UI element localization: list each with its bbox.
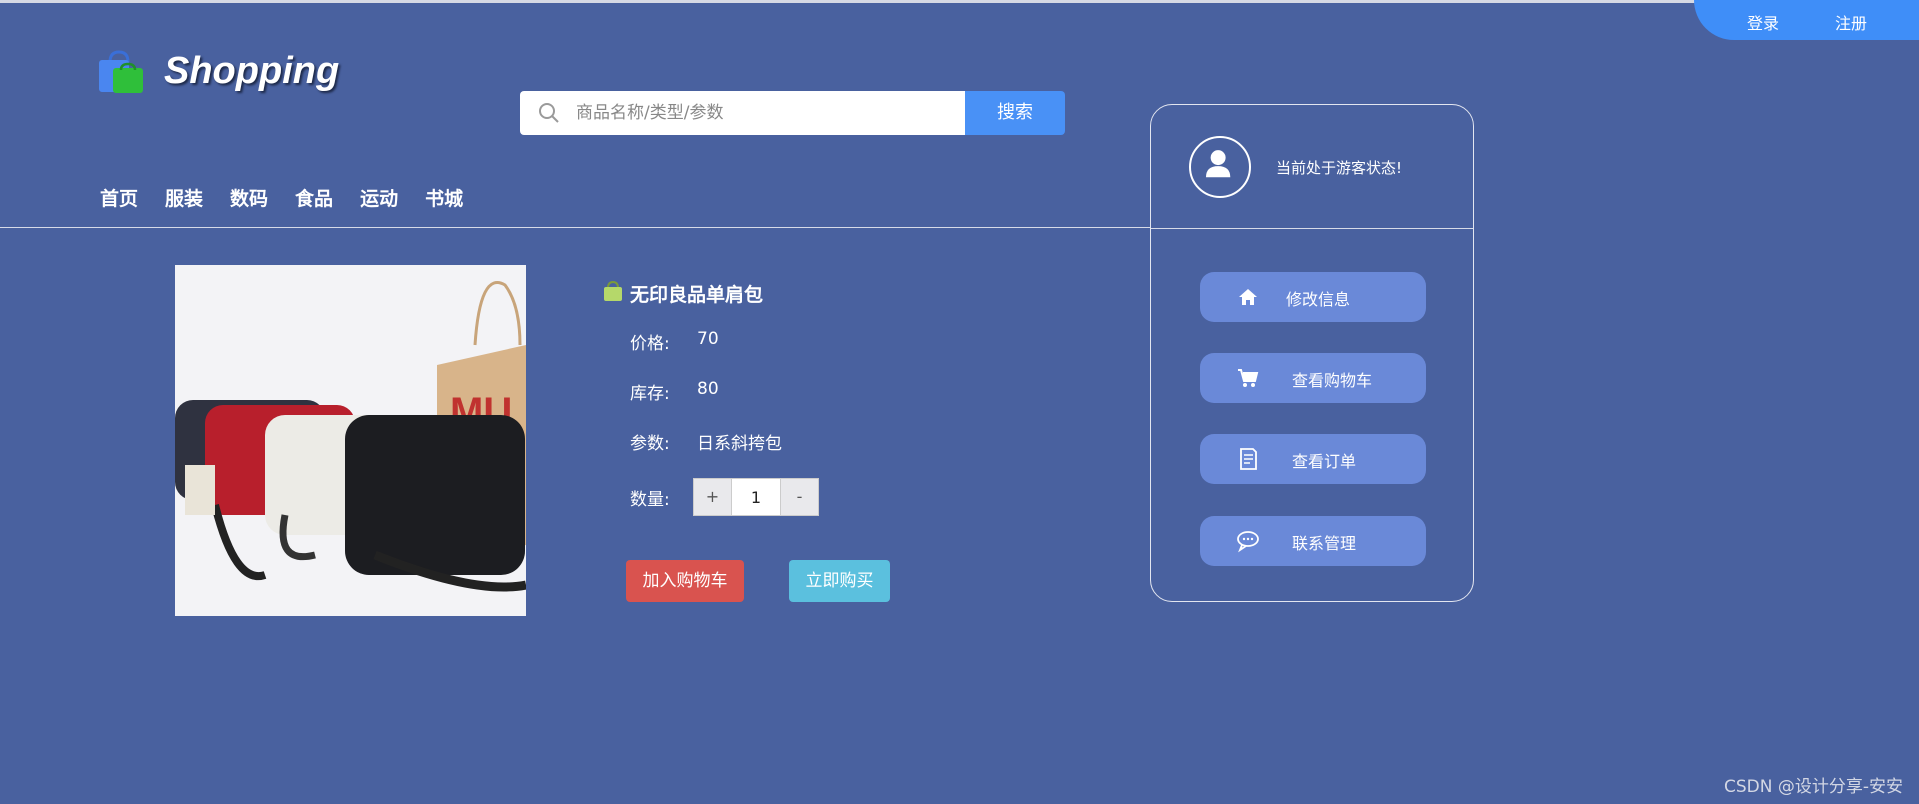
edit-info-label: 修改信息 — [1286, 290, 1351, 309]
stock-value: 80 — [697, 379, 719, 399]
price-label: 价格: — [630, 334, 670, 354]
price-value: 70 — [697, 329, 719, 349]
shoulder-bags-photo: MU — [175, 265, 526, 616]
user-icon — [1205, 150, 1231, 178]
nav-item-sports[interactable]: 运动 — [360, 184, 398, 211]
param-label: 参数: — [630, 434, 670, 454]
contact-admin-button[interactable]: 联系管理 — [1200, 516, 1426, 566]
nav-divider — [0, 227, 1150, 228]
auth-bar: 登录 注册 — [1694, 0, 1919, 40]
cart-icon — [1238, 369, 1259, 387]
guest-status-text: 当前处于游客状态! — [1276, 159, 1403, 177]
search-box — [520, 91, 965, 135]
view-orders-button[interactable]: 查看订单 — [1200, 434, 1426, 484]
quantity-input[interactable] — [731, 479, 781, 515]
nav-item-home[interactable]: 首页 — [100, 184, 138, 211]
home-icon — [1239, 289, 1257, 305]
user-panel: 当前处于游客状态! 修改信息 查看购物车 查看订单 联系管理 — [1150, 104, 1474, 602]
login-link[interactable]: 登录 — [1747, 10, 1779, 34]
buy-now-button[interactable]: 立即购买 — [789, 560, 890, 602]
quantity-label: 数量: — [630, 490, 670, 510]
view-cart-label: 查看购物车 — [1292, 371, 1373, 390]
param-value: 日系斜挎包 — [697, 434, 782, 454]
add-to-cart-button[interactable]: 加入购物车 — [626, 560, 744, 602]
quantity-stepper: + - — [693, 478, 819, 516]
edit-info-button[interactable]: 修改信息 — [1200, 272, 1426, 322]
contact-admin-label: 联系管理 — [1292, 534, 1357, 553]
view-orders-label: 查看订单 — [1292, 452, 1357, 471]
search-button[interactable]: 搜索 — [965, 91, 1065, 135]
main-nav: 首页 服装 数码 食品 运动 书城 — [100, 184, 490, 211]
register-link[interactable]: 注册 — [1835, 10, 1867, 34]
chat-icon — [1237, 531, 1259, 553]
top-border — [0, 0, 1919, 3]
quantity-minus-button[interactable]: - — [781, 479, 818, 515]
product-title: 无印良品单肩包 — [630, 284, 764, 306]
view-cart-button[interactable]: 查看购物车 — [1200, 353, 1426, 403]
shopping-bag-logo-icon — [99, 50, 143, 93]
stock-label: 库存: — [630, 384, 670, 404]
search-input[interactable] — [576, 91, 956, 135]
nav-item-digital[interactable]: 数码 — [230, 184, 268, 211]
product-image: MU — [175, 265, 526, 616]
quantity-plus-button[interactable]: + — [694, 479, 731, 515]
nav-item-books[interactable]: 书城 — [425, 184, 463, 211]
search-icon — [539, 103, 559, 123]
nav-item-clothing[interactable]: 服装 — [165, 184, 203, 211]
nav-item-food[interactable]: 食品 — [295, 184, 333, 211]
watermark: CSDN @设计分享-安安 — [1723, 777, 1903, 797]
bag-icon — [604, 280, 622, 301]
panel-divider — [1151, 228, 1473, 229]
order-icon — [1240, 448, 1257, 470]
avatar[interactable] — [1189, 136, 1251, 198]
brand-name[interactable]: Shopping — [164, 50, 339, 93]
